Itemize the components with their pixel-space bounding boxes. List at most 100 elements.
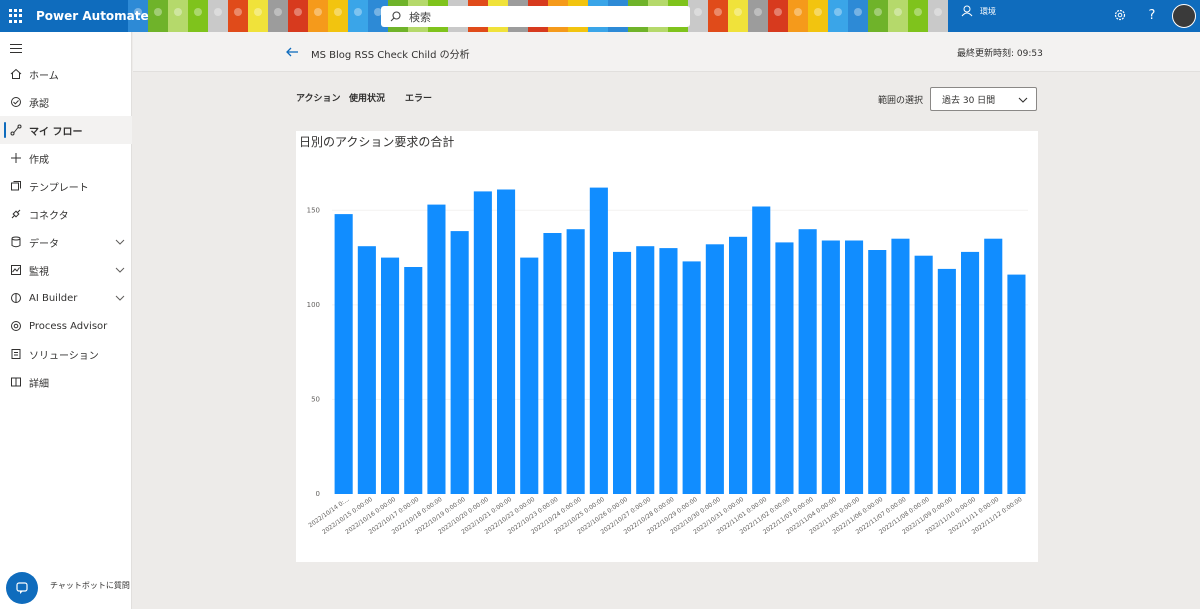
sidebar-item-label: 詳細 xyxy=(29,378,49,390)
sidebar-item-ai-builder[interactable]: AI Builder xyxy=(0,284,132,312)
avatar[interactable] xyxy=(1172,4,1196,28)
bar[interactable] xyxy=(775,242,794,494)
bar[interactable] xyxy=(798,229,817,494)
ai-builder-icon xyxy=(11,293,21,303)
sidebar-item-flow[interactable]: マイ フロー xyxy=(0,116,132,144)
sidebar-item-monitor[interactable]: 監視 xyxy=(0,256,132,284)
sidebar-item-label: データ xyxy=(29,238,59,250)
bar[interactable] xyxy=(589,187,608,494)
sidebar-item-label: マイ フロー xyxy=(29,126,83,138)
bar[interactable] xyxy=(636,246,655,494)
top-bar: Power Automate 検索 環境 ? xyxy=(0,0,1200,32)
bar[interactable] xyxy=(381,257,400,494)
bar[interactable] xyxy=(427,204,446,494)
settings-icon[interactable] xyxy=(1112,8,1128,24)
bar[interactable] xyxy=(1007,274,1026,494)
page-header: MS Blog RSS Check Child の分析 最終更新時刻: 09:5… xyxy=(133,32,1200,72)
sidebar-item-book[interactable]: 詳細 xyxy=(0,368,132,396)
sidebar-item-label: 監視 xyxy=(29,266,49,278)
range-select[interactable]: 過去 30 日間 xyxy=(930,87,1037,111)
sidebar-item-home[interactable]: ホーム xyxy=(0,60,132,88)
chart-title: 日別のアクション要求の合計 xyxy=(299,135,455,149)
sidebar-item-connector[interactable]: コネクタ xyxy=(0,200,132,228)
sidebar-item-label: Process Advisor xyxy=(29,320,108,332)
chatbot-icon xyxy=(16,582,28,594)
sidebar-item-label: 作成 xyxy=(29,154,49,166)
range-selected-value: 過去 30 日間 xyxy=(942,95,996,106)
approvals-icon xyxy=(11,97,21,107)
waffle-icon[interactable] xyxy=(9,9,22,23)
environment-icon xyxy=(961,5,973,17)
bar[interactable] xyxy=(357,246,376,494)
y-tick-label: 50 xyxy=(311,395,320,403)
sidebar-item-label: ホーム xyxy=(29,70,59,82)
process-advisor-icon xyxy=(11,321,21,331)
help-icon[interactable]: ? xyxy=(1144,8,1160,24)
y-tick-label: 100 xyxy=(307,301,320,309)
bar[interactable] xyxy=(868,250,887,494)
chevron-down-icon[interactable] xyxy=(115,237,125,247)
search-input[interactable]: 検索 xyxy=(381,6,690,27)
chevron-down-icon[interactable] xyxy=(115,293,125,303)
template-icon xyxy=(11,181,21,191)
database-icon xyxy=(11,236,21,248)
tab-errors[interactable]: エラー xyxy=(405,91,432,104)
bar[interactable] xyxy=(937,268,956,494)
bar[interactable] xyxy=(682,261,701,494)
tab-usage[interactable]: 使用状況 xyxy=(349,91,385,104)
solution-icon xyxy=(11,349,21,359)
hamburger-menu-icon[interactable] xyxy=(10,44,22,56)
app-launcher-area: Power Automate xyxy=(0,0,149,32)
page-title: MS Blog RSS Check Child の分析 xyxy=(311,50,470,61)
bar[interactable] xyxy=(450,231,469,494)
monitor-icon xyxy=(11,265,21,275)
bar[interactable] xyxy=(659,248,678,494)
environment-label: 環境 xyxy=(980,6,996,16)
bar[interactable] xyxy=(845,240,864,495)
back-arrow-icon[interactable] xyxy=(285,45,299,59)
bar[interactable] xyxy=(613,251,632,494)
sidebar-item-label: テンプレート xyxy=(29,182,89,194)
sidebar-item-solution[interactable]: ソリューション xyxy=(0,340,132,368)
sidebar-item-template[interactable]: テンプレート xyxy=(0,172,132,200)
sidebar-item-database[interactable]: データ xyxy=(0,228,132,256)
sidebar-item-process-advisor[interactable]: Process Advisor xyxy=(0,312,132,340)
bar[interactable] xyxy=(914,255,933,494)
bar[interactable] xyxy=(752,206,771,495)
bar[interactable] xyxy=(891,238,910,494)
sidebar-item-approvals[interactable]: 承認 xyxy=(0,88,132,116)
bar[interactable] xyxy=(520,257,539,494)
bar[interactable] xyxy=(566,229,585,494)
bar[interactable] xyxy=(497,189,516,495)
search-icon xyxy=(390,11,401,22)
chatbot-button[interactable] xyxy=(6,572,38,604)
range-label: 範囲の選択 xyxy=(878,96,924,106)
y-tick-label: 0 xyxy=(316,490,320,498)
bar[interactable] xyxy=(473,191,492,494)
last-updated-time: 最終更新時刻: 09:53 xyxy=(957,49,1043,59)
chatbot-label[interactable]: チャットボットに質問 xyxy=(50,580,130,591)
bar[interactable] xyxy=(729,236,748,495)
app-name[interactable]: Power Automate xyxy=(36,9,149,23)
bar[interactable] xyxy=(984,238,1003,494)
bar[interactable] xyxy=(404,267,423,494)
bar[interactable] xyxy=(334,214,353,494)
book-icon xyxy=(11,377,21,387)
environment-picker[interactable]: 環境 xyxy=(960,4,996,18)
bar-chart: 0501001502022/10/14 0:...2022/10/15 0:00… xyxy=(307,187,1028,536)
bar[interactable] xyxy=(705,244,724,494)
chevron-down-icon xyxy=(1018,97,1028,103)
chart-card: 0 50 100 150 2022/10/14 0:... 2022/10/15 0:00… xyxy=(296,131,1038,562)
chevron-down-icon[interactable] xyxy=(115,265,125,275)
sidebar-item-plus[interactable]: 作成 xyxy=(0,144,132,172)
connector-icon xyxy=(11,209,21,219)
sidebar-item-label: ソリューション xyxy=(29,350,99,362)
bar[interactable] xyxy=(821,240,840,495)
bar[interactable] xyxy=(961,251,980,494)
bar[interactable] xyxy=(543,233,562,494)
sidebar-item-label: AI Builder xyxy=(29,292,78,304)
tab-actions[interactable]: アクション xyxy=(296,91,341,104)
flow-icon xyxy=(10,124,22,136)
plus-icon xyxy=(11,153,21,163)
home-icon xyxy=(10,68,22,79)
